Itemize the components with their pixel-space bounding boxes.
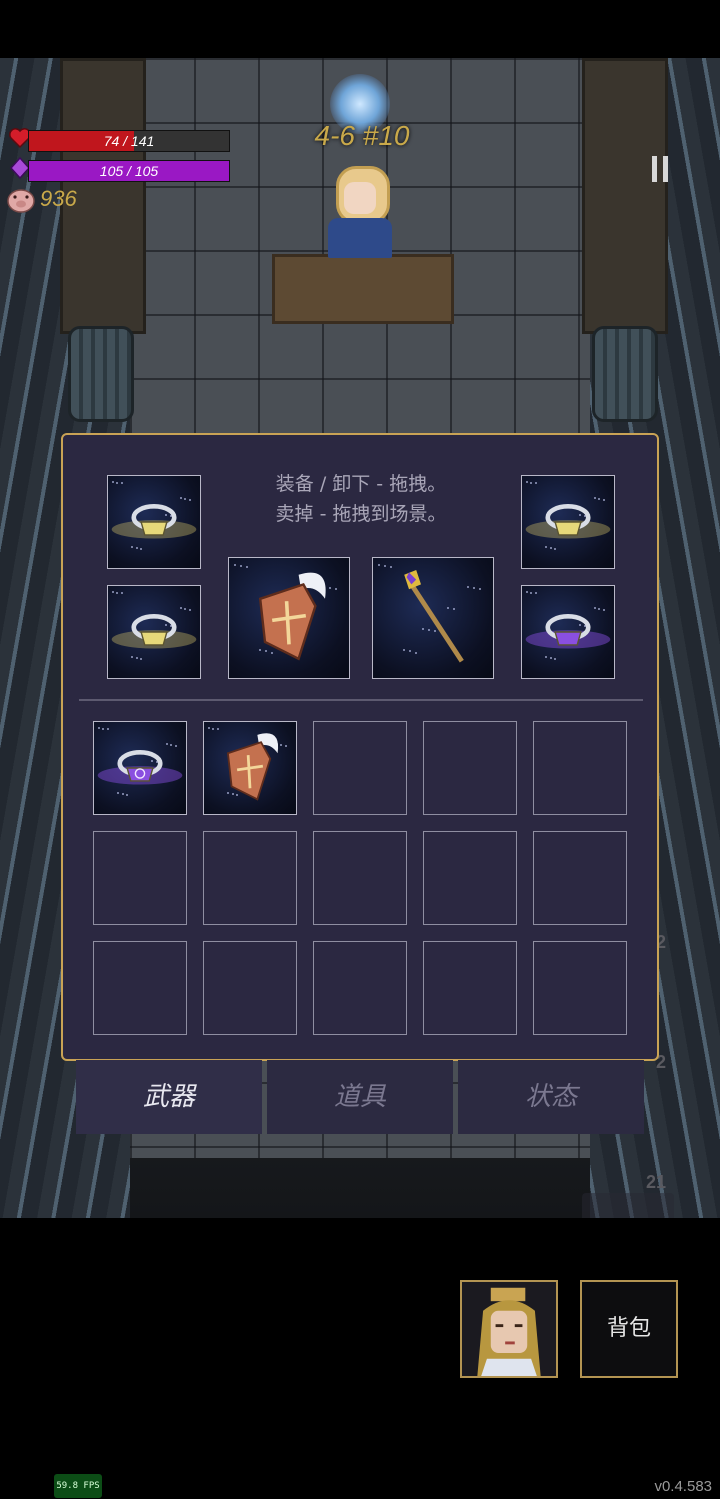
gold-amount: 936 [40,186,77,211]
tab-bar: 武器 道具 状态 [76,1060,644,1134]
bag-slot[interactable] [93,831,187,925]
fps-counter: 59.8 FPS [54,1474,102,1498]
version-label: v0.4.583 [654,1478,712,1495]
equip-slot-ring-top-right[interactable] [521,475,615,569]
tab-weapons[interactable]: 武器 [76,1060,262,1134]
bag-slot[interactable] [313,831,407,925]
mp-text: 105 / 105 [99,163,159,179]
pause-button[interactable] [648,154,672,186]
equip-slot-weapon[interactable] [372,557,494,679]
bag-slot[interactable] [203,941,297,1035]
bag-slot[interactable] [423,721,517,815]
bag-slot[interactable] [533,721,627,815]
bag-slot[interactable] [533,941,627,1035]
bg-number: 21 [646,1172,667,1192]
bag-slot[interactable] [313,721,407,815]
tab-items[interactable]: 道具 [267,1060,453,1134]
hidden-item-slot [582,1193,674,1218]
purple-flower-ring-icon[interactable] [94,722,186,814]
hp-bar: 74 / 141 [28,130,230,152]
hp-text: 74 / 141 [103,133,155,149]
gold-ring-icon[interactable] [522,476,614,568]
level-indicator: 4-6 #10 [314,120,410,151]
gold-ring-icon[interactable] [108,476,200,568]
bag-slot[interactable] [93,721,187,815]
tab-status[interactable]: 状态 [458,1060,644,1134]
pig-icon [7,189,35,213]
barrel-left [68,326,134,422]
merchant-npc[interactable] [322,158,398,258]
bag-slot[interactable] [423,941,517,1035]
inventory-hint: 装备 / 卸下 - 拖拽。 卖掉 - 拖拽到场景。 [203,469,519,529]
bookshelf-right [582,58,668,334]
inventory-panel: 装备 / 卸下 - 拖拽。 卖掉 - 拖拽到场景。 [61,433,659,1061]
divider [79,699,643,701]
bag-slot[interactable] [533,831,627,925]
character-portrait-button[interactable] [460,1280,558,1378]
bag-slot[interactable] [203,721,297,815]
gold-ring-icon[interactable] [108,586,200,678]
equip-slot-ring-bottom-right[interactable] [521,585,615,679]
hint-line-equip: 装备 / 卸下 - 拖拽。 [275,473,447,495]
merchant-table [272,254,454,324]
equip-slot-ring-top-left[interactable] [107,475,201,569]
equip-slot-ring-bottom-left[interactable] [107,585,201,679]
mp-bar: 105 / 105 [28,160,230,182]
winged-shield-icon[interactable] [229,558,349,678]
bag-slot[interactable] [203,831,297,925]
barrel-right [592,326,658,422]
bag-slot[interactable] [93,941,187,1035]
equip-slot-offhand[interactable] [228,557,350,679]
backpack-button[interactable]: 背包 [580,1280,678,1378]
purple-ring-icon[interactable] [522,586,614,678]
hint-line-sell: 卖掉 - 拖拽到场景。 [275,503,447,525]
bag-slot[interactable] [423,831,517,925]
magic-staff-icon[interactable] [373,558,493,678]
bag-slot[interactable] [313,941,407,1035]
winged-shield-icon[interactable] [204,722,296,814]
hero-portrait-icon [462,1282,556,1376]
